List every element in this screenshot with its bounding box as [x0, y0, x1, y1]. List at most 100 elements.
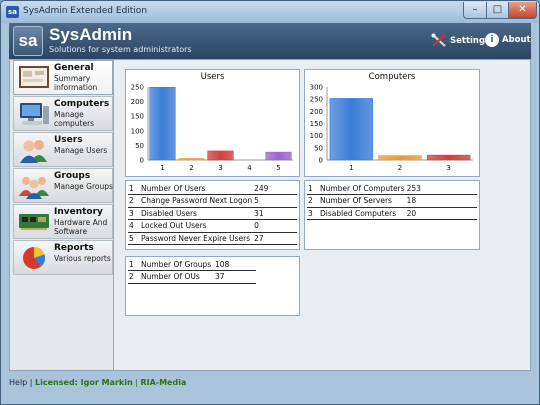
app-header: sa SysAdmin Solutions for system adminis…	[9, 23, 531, 59]
users-chart-y-tick-label: 150	[131, 113, 144, 121]
minimize-button[interactable]: –	[463, 2, 487, 19]
row-number: 4	[128, 219, 140, 233]
row-value: 31	[253, 207, 297, 220]
info-icon: i	[485, 33, 499, 47]
row-value: 18	[405, 194, 477, 208]
groups-table-panel: 1 Number Of Groups 108 2 Number Of OUs 37	[125, 256, 300, 316]
computers-chart-panel: Computers 0 50 100 150 200 250 300 1 2 3	[304, 69, 480, 177]
computers-chart-y-tick-label: 0	[319, 157, 323, 165]
row-label: Change Password Next Logon	[140, 194, 254, 208]
row-number: 3	[128, 207, 140, 220]
sidebar-item-reports[interactable]: Reports Various reports	[13, 240, 113, 275]
users-chart-bar	[149, 86, 176, 161]
table-row[interactable]: 2 Change Password Next Logon 5	[128, 194, 297, 208]
row-number: 2	[128, 194, 140, 208]
users-chart-x-tick-label: 3	[218, 164, 222, 172]
table-row[interactable]: 3 Disabled Users 31	[128, 207, 297, 220]
users-chart-panel: Users 0 50 100 150 200 250 1 2 3 4 5	[125, 69, 300, 177]
computers-chart-x-tick-label: 2	[398, 164, 402, 172]
sidebar-item-subtitle: Manage computers	[54, 110, 95, 128]
users-table-panel: 1 Number Of Users 249 2 Change Password Nex…	[125, 180, 300, 250]
users-chart-y-tick-label: 200	[131, 98, 144, 106]
row-value: 0	[253, 219, 297, 233]
app-subtitle: Solutions for system administrators	[49, 45, 192, 54]
sidebar-item-title: Inventory	[54, 207, 103, 217]
row-value: 108	[214, 258, 256, 271]
computers-chart-x-tick-label: 1	[349, 164, 353, 172]
company-link[interactable]: RIA-Media	[140, 378, 186, 387]
users-bar-chart: 0 50 100 150 200 250 1 2 3 4 5	[131, 84, 293, 172]
board-icon	[19, 66, 49, 88]
row-number: 5	[128, 232, 140, 245]
about-link[interactable]: i About	[485, 33, 531, 47]
computer-icon	[20, 103, 49, 125]
maximize-button[interactable]: □	[486, 2, 509, 19]
groups-table: 1 Number Of Groups 108 2 Number Of OUs 37	[128, 258, 256, 284]
row-label: Number Of Servers	[319, 194, 406, 208]
users-icon	[20, 140, 47, 163]
app-name: SysAdmin	[49, 25, 133, 44]
pie-chart-icon	[23, 246, 46, 269]
row-label: Number Of Computers	[319, 182, 406, 195]
row-label: Number Of Users	[140, 182, 254, 195]
sidebar-item-computers[interactable]: Computers Manage computers	[13, 96, 113, 131]
users-chart-bar	[265, 151, 292, 161]
row-label: Disabled Users	[140, 207, 254, 220]
table-row[interactable]: 2 Number Of OUs 37	[128, 270, 256, 284]
table-row[interactable]: 4 Locked Out Users 0	[128, 219, 297, 233]
main-content: General Summary information Computers Ma…	[9, 59, 531, 371]
title-bar[interactable]: sa SysAdmin Extended Edition – □ ✕	[1, 1, 539, 23]
window-title: SysAdmin Extended Edition	[23, 6, 148, 16]
row-number: 1	[307, 182, 319, 195]
computers-chart-y-tick-label: 300	[310, 84, 323, 92]
row-label: Password Never Expire Users	[140, 232, 254, 245]
row-value: 249	[253, 182, 297, 195]
about-label: About	[502, 35, 531, 45]
sidebar-item-subtitle: Hardware And Software	[54, 218, 108, 236]
computers-chart-y-tick-label: 50	[314, 144, 323, 152]
sidebar-item-subtitle: Manage Groups	[54, 182, 113, 191]
table-row[interactable]: 2 Number Of Servers 18	[307, 194, 477, 208]
row-number: 2	[307, 194, 319, 208]
users-chart-bar	[178, 158, 205, 161]
users-chart-x-tick-label: 4	[247, 164, 252, 172]
sidebar-item-title: Groups	[54, 171, 91, 181]
sidebar-item-title: General	[54, 63, 94, 73]
close-button[interactable]: ✕	[508, 2, 537, 19]
app-window: sa SysAdmin Extended Edition – □ ✕ sa Sy…	[0, 0, 540, 405]
row-label: Locked Out Users	[140, 219, 254, 233]
sidebar-item-title: Computers	[54, 99, 110, 109]
table-row[interactable]: 1 Number Of Users 249	[128, 182, 297, 195]
computers-chart-bar	[329, 98, 374, 161]
sidebar-item-title: Users	[54, 135, 83, 145]
app-icon: sa	[6, 6, 19, 18]
help-link[interactable]: Help	[9, 378, 27, 387]
settings-link[interactable]: Settings	[431, 33, 490, 48]
row-number: 1	[128, 258, 140, 271]
sidebar-item-inventory[interactable]: Inventory Hardware And Software	[13, 204, 113, 239]
tools-icon	[431, 33, 446, 47]
sidebar-item-groups[interactable]: Groups Manage Groups	[13, 168, 113, 203]
computers-chart-y-tick-label: 150	[310, 120, 323, 128]
row-value: 253	[405, 182, 477, 195]
table-row[interactable]: 1 Number Of Computers 253	[307, 182, 477, 195]
footer-separator: |	[135, 378, 138, 387]
computers-bar-chart: 0 50 100 150 200 250 300 1 2 3	[310, 84, 473, 172]
row-number: 3	[307, 207, 319, 220]
table-row[interactable]: 5 Password Never Expire Users 27	[128, 232, 297, 245]
sidebar-item-users[interactable]: Users Manage Users	[13, 132, 113, 167]
row-value: 20	[405, 207, 477, 220]
table-row[interactable]: 1 Number Of Groups 108	[128, 258, 256, 271]
users-chart-x-tick-label: 5	[276, 164, 280, 172]
table-row[interactable]: 3 Disabled Computers 20	[307, 207, 477, 220]
computers-chart-x-tick-label: 3	[446, 164, 450, 172]
computers-chart-y-tick-label: 200	[310, 108, 323, 116]
status-footer: Help | Licensed: Igor Markin | RIA-Media	[9, 378, 186, 387]
users-chart-bar	[207, 150, 234, 161]
app-logo: sa	[13, 26, 43, 56]
row-number: 2	[128, 270, 140, 284]
computers-chart-bar	[426, 154, 471, 161]
sidebar-item-general[interactable]: General Summary information	[13, 60, 113, 95]
sidebar-item-subtitle: Summary information	[54, 74, 98, 92]
license-text: Licensed: Igor Markin	[35, 378, 133, 387]
